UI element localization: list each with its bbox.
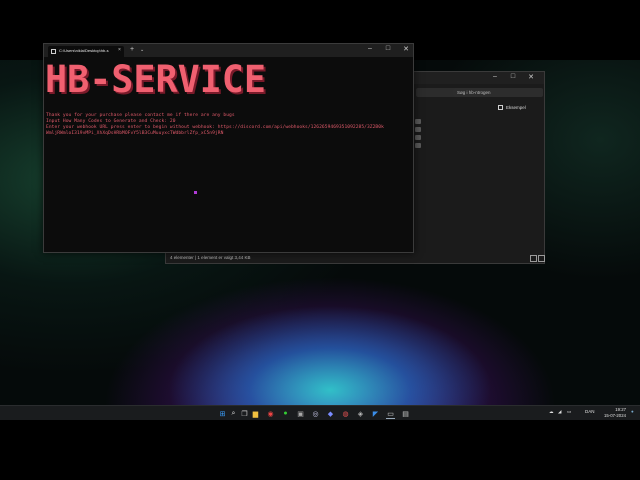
volume-icon[interactable]: ◢ [558,409,561,415]
windows-start-icon[interactable]: ⊞ [218,409,227,418]
task-view-icon[interactable]: ❐ [240,409,249,418]
terminal-window[interactable]: C:\Users\nikla\Desktop\hb-s × + ⌄ – □ ✕ … [43,43,414,253]
preview-pane-icon [498,105,503,110]
terminal-maximize-button[interactable]: □ [381,45,395,52]
terminal-icon [51,49,56,54]
terminal-tab[interactable]: C:\Users\nikla\Desktop\hb-s × [48,46,124,57]
explorer-minimize-button[interactable]: – [488,73,502,80]
terminal-line: Thank you for your purchase please conta… [46,113,235,118]
clock[interactable]: 19:27 15-07-2024 [604,407,626,419]
edge-icon[interactable]: ◍ [341,409,350,418]
letterbox-bottom [0,420,640,480]
terminal-tab-bar[interactable]: C:\Users\nikla\Desktop\hb-s × + ⌄ – □ ✕ [44,44,413,57]
steam-icon[interactable]: ◎ [311,409,320,418]
banner-text: HB-SERVICE [45,61,266,101]
file-explorer-icon[interactable]: ▆ [251,409,260,418]
preview-pane-button[interactable]: Eksempel [506,105,526,110]
terminal-output[interactable]: HB-SERVICE HB-SERVICE Thank you for your… [44,57,413,252]
terminal-cursor [194,191,197,194]
taskbar[interactable]: ⊞ ⌕ ❐ ▆ ◉ ● ▣ ◎ ◆ ◍ ◈ ◤ ▭ ▤ ☁ ◢ ▭ DAN 19… [0,405,640,420]
details-view-button[interactable] [530,255,537,262]
search-icon[interactable]: ⌕ [229,409,238,418]
discord-icon[interactable]: ◆ [326,409,335,418]
terminal-line: Enter your webhook URL press enter to be… [46,125,384,130]
battery-icon[interactable]: ▭ [567,409,571,415]
explorer-close-button[interactable]: ✕ [524,73,538,81]
app-icon[interactable]: ◈ [356,409,365,418]
wifi-icon[interactable]: ☁ [549,409,554,415]
chrome-icon[interactable]: ◉ [266,409,275,418]
explorer-search-input[interactable]: Søg i hb-ntrogen [453,88,543,97]
ascii-banner: HB-SERVICE HB-SERVICE [45,61,268,101]
notepad-icon[interactable]: ▤ [401,409,410,418]
terminal-line: WmljRWmloI319vMPi_XhXqDsHRbMOFvY5lB3CuMu… [46,131,224,136]
file-icon[interactable] [415,135,421,140]
store-icon[interactable]: ▣ [296,409,305,418]
new-tab-button[interactable]: + [130,46,134,53]
clock-date: 15-07-2024 [604,413,626,418]
close-tab-icon[interactable]: × [118,47,121,53]
explorer-maximize-button[interactable]: □ [506,73,520,80]
terminal-close-button[interactable]: ✕ [399,45,413,53]
terminal-minimize-button[interactable]: – [363,45,377,52]
notification-icon[interactable]: ● [631,409,634,414]
language-indicator[interactable]: DAN [585,409,595,414]
terminal-icon[interactable]: ▭ [386,409,395,419]
terminal-line: Input How Many Codes to Generate and Che… [46,119,176,124]
file-icon[interactable] [415,119,421,124]
tiles-view-button[interactable] [538,255,545,262]
spotify-icon[interactable]: ● [281,409,290,418]
explorer-status-bar: 4 elementer | 1 element er valgt 3,44 KB [166,253,544,263]
vscode-icon[interactable]: ◤ [371,409,380,418]
file-icon[interactable] [415,127,421,132]
terminal-tab-title: C:\Users\nikla\Desktop\hb-s [59,48,109,53]
tab-dropdown-button[interactable]: ⌄ [140,47,144,53]
file-icon[interactable] [415,143,421,148]
